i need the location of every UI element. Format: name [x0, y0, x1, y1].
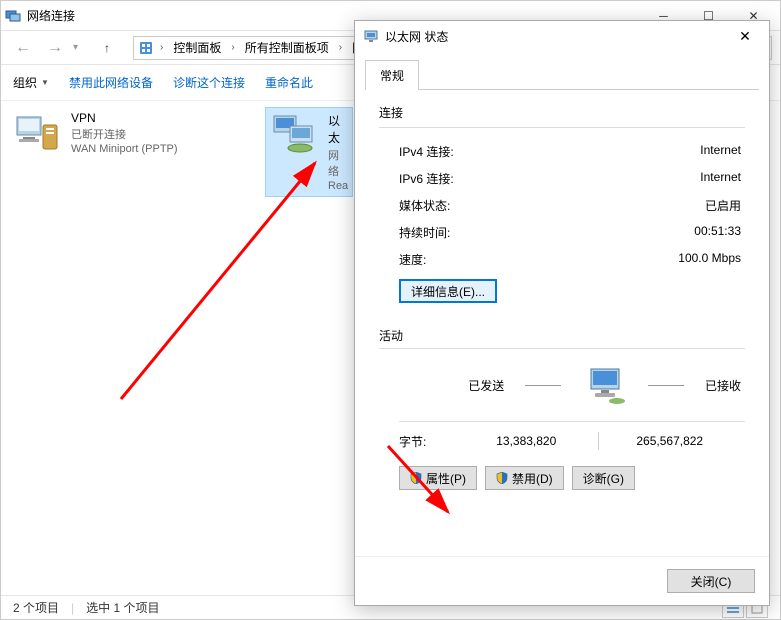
ethernet-status-icon [363, 28, 379, 44]
tab-body: 连接 IPv4 连接: Internet IPv6 连接: Internet 媒体状… [365, 89, 759, 556]
ipv4-label: IPv4 连接: [399, 143, 454, 160]
organize-menu[interactable]: 组织▼ [13, 74, 49, 91]
properties-button[interactable]: 属性(P) [399, 466, 477, 490]
ethernet-status-dialog: 以太网 状态 ✕ 常规 连接 IPv4 连接: Internet IPv6 连接:… [354, 20, 770, 606]
breadcrumb-item[interactable]: 所有控制面板项 [241, 37, 333, 58]
ethernet-icon [270, 112, 318, 154]
network-item-ethernet[interactable]: 以太 网络 Rea [265, 107, 353, 197]
tab-general[interactable]: 常规 [365, 60, 419, 90]
ipv6-value: Internet [700, 170, 741, 187]
shield-icon [410, 472, 422, 484]
ipv4-value: Internet [700, 143, 741, 160]
breadcrumb-item[interactable]: 控制面板 [169, 37, 225, 58]
chevron-right-icon: › [335, 42, 346, 53]
vpn-icon [13, 111, 61, 153]
bytes-received: 265,567,822 [599, 434, 742, 448]
chevron-right-icon: › [156, 42, 167, 53]
duration-value: 00:51:33 [694, 224, 741, 241]
sent-label: 已发送 [468, 377, 504, 394]
bytes-sent: 13,383,820 [455, 434, 598, 448]
back-button[interactable]: ← [9, 34, 37, 62]
dialog-titlebar: 以太网 状态 ✕ [355, 21, 769, 51]
network-device: WAN Miniport (PPTP) [71, 143, 178, 155]
network-status: 网络 [328, 147, 348, 179]
connection-section-title: 连接 [379, 104, 745, 121]
diagnose-button[interactable]: 诊断这个连接 [173, 74, 245, 91]
speed-label: 速度: [399, 251, 426, 268]
bytes-label: 字节: [399, 433, 455, 450]
diagnose-button[interactable]: 诊断(G) [572, 466, 635, 490]
selected-count: 选中 1 个项目 [86, 599, 159, 616]
network-item-info: VPN 已断开连接 WAN Miniport (PPTP) [71, 111, 178, 155]
disable-device-button[interactable]: 禁用此网络设备 [69, 74, 153, 91]
network-item-info: 以太 网络 Rea [328, 112, 348, 192]
network-name: VPN [71, 111, 178, 125]
forward-button[interactable]: → [41, 34, 69, 62]
item-count: 2 个项目 [13, 599, 59, 616]
activity-header: 已发送 已接收 [379, 359, 745, 411]
bytes-row: 字节: 13,383,820 265,567,822 [379, 428, 745, 454]
rename-button[interactable]: 重命名此 [265, 74, 313, 91]
activity-section-title: 活动 [379, 327, 745, 344]
computer-icon [583, 363, 627, 407]
close-button[interactable]: 关闭(C) [667, 569, 755, 593]
disable-button[interactable]: 禁用(D) [485, 466, 564, 490]
control-panel-icon [138, 40, 154, 56]
dialog-close-button[interactable]: ✕ [729, 22, 761, 50]
duration-label: 持续时间: [399, 224, 450, 241]
action-buttons: 属性(P) 禁用(D) 诊断(G) [379, 454, 745, 494]
network-status: 已断开连接 [71, 126, 178, 142]
network-icon [5, 8, 21, 24]
media-label: 媒体状态: [399, 197, 450, 214]
media-value: 已启用 [705, 197, 741, 214]
up-button[interactable]: ↑ [93, 34, 121, 62]
ipv6-label: IPv6 连接: [399, 170, 454, 187]
dialog-footer: 关闭(C) [355, 556, 769, 605]
network-name: 以太 [328, 112, 348, 146]
details-button[interactable]: 详细信息(E)... [399, 279, 497, 303]
dialog-title: 以太网 状态 [385, 28, 729, 45]
network-device: Rea [328, 180, 348, 192]
speed-value: 100.0 Mbps [678, 251, 741, 268]
history-dropdown[interactable]: ▾ [73, 42, 89, 53]
received-label: 已接收 [705, 377, 741, 394]
tabstrip: 常规 [355, 51, 769, 89]
network-item-vpn[interactable]: VPN 已断开连接 WAN Miniport (PPTP) [9, 107, 249, 159]
chevron-right-icon: › [227, 42, 238, 53]
shield-icon [496, 472, 508, 484]
